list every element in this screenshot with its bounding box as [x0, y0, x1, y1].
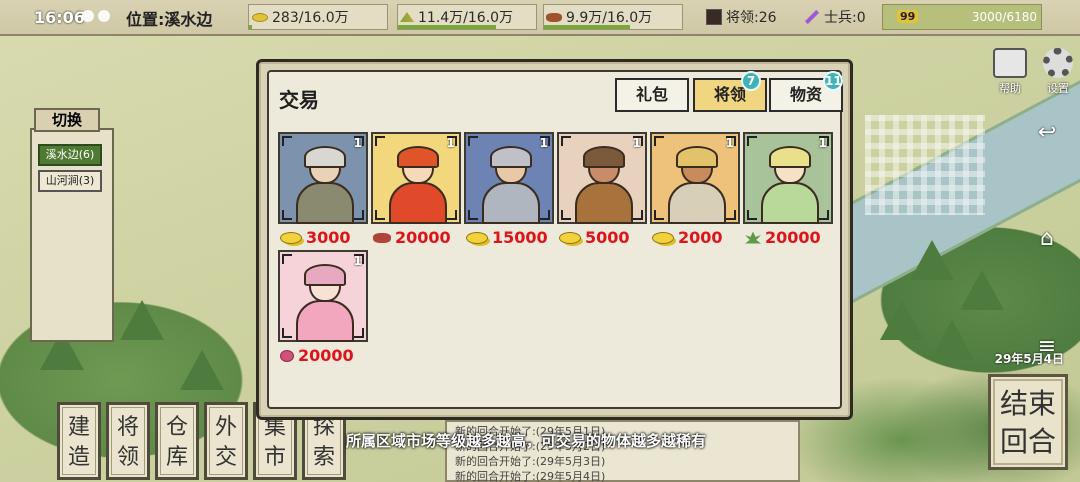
mountain — [180, 350, 224, 390]
settings-button[interactable]: 设置 — [1038, 48, 1078, 96]
switch-item-xishuibian[interactable]: 溪水边(6) — [38, 144, 102, 166]
general-avatar-icon — [706, 9, 722, 25]
mountain — [880, 300, 924, 340]
tab-gift-pack[interactable]: 礼包 — [615, 78, 689, 112]
card-count: 1 — [632, 136, 641, 150]
general-card-forest-elf[interactable]: 1 — [743, 132, 833, 224]
end-turn-label-line2: 回合 — [999, 425, 1056, 458]
experience-text: 3000/6180 — [971, 10, 1037, 24]
grain-icon — [400, 12, 414, 22]
switch-item-shanhejian[interactable]: 山河涧(3) — [38, 170, 102, 192]
switch-panel: 溪水边(6) 山河涧(3) — [30, 128, 114, 342]
diplomacy-button[interactable]: 外交 — [204, 402, 248, 480]
card-count: 1 — [353, 254, 362, 268]
mountain — [930, 320, 974, 360]
farm-fields — [865, 115, 985, 215]
card-count: 1 — [446, 136, 455, 150]
meat-icon — [373, 232, 391, 243]
mountain — [910, 240, 954, 280]
level-badge: 99 — [897, 10, 919, 23]
mountain — [960, 270, 1004, 310]
tip-text: 所属区域市场等级越多越高，可交易的物体越多越稀有 — [346, 432, 707, 450]
gold-icon — [280, 231, 302, 244]
tab-badge: 11 — [823, 71, 843, 91]
general-portrait — [573, 146, 635, 224]
card-price: 15000 — [466, 228, 548, 247]
help-button[interactable]: 帮助 — [990, 48, 1030, 96]
general-portrait — [387, 146, 449, 224]
card-price: 20000 — [373, 228, 451, 247]
help-label: 帮助 — [999, 82, 1021, 95]
soldiers-count[interactable]: 士兵:0 — [804, 7, 866, 27]
tab-badge: 7 — [741, 71, 761, 91]
herb-icon — [745, 231, 761, 244]
experience-bar[interactable]: 99 3000/6180 — [882, 4, 1042, 30]
card-price: 2000 — [652, 228, 723, 247]
card-count: 1 — [725, 136, 734, 150]
meat-resource-text: 9.9万/16.0万 — [546, 7, 652, 27]
general-portrait — [759, 146, 821, 224]
gold-icon — [652, 231, 674, 244]
general-card-fire-fairy[interactable]: 1 — [371, 132, 461, 224]
general-card-knight[interactable]: 1 — [464, 132, 554, 224]
build-button[interactable]: 建造 — [57, 402, 101, 480]
status-bar: 16:06 位置:溪水边 283/16.0万 11.4万/16.0万 9.9万/… — [0, 0, 1080, 36]
general-portrait — [294, 264, 356, 342]
settings-label: 设置 — [1047, 82, 1069, 95]
message-icon — [98, 10, 110, 22]
switch-title: 切换 — [34, 108, 100, 132]
dialog-title: 交易 — [279, 88, 319, 112]
generals-count[interactable]: 将领:26 — [706, 7, 777, 27]
card-price: 5000 — [559, 228, 630, 247]
meat-icon — [546, 12, 562, 22]
gold-icon — [252, 12, 268, 22]
tab-generals[interactable]: 将领 7 — [693, 71, 767, 112]
trade-dialog-body: 交易 礼包 将领 7 物资 11 1 3000 1 20000 1 15000 1 5000 1… — [267, 70, 843, 409]
general-portrait — [666, 146, 728, 224]
sword-icon — [804, 9, 820, 25]
location-label: 位置:溪水边 — [126, 10, 213, 29]
mountain — [120, 300, 164, 340]
card-count: 1 — [539, 136, 548, 150]
system-icons — [82, 10, 110, 22]
gear-icon — [1043, 48, 1073, 78]
tab-supplies[interactable]: 物资 11 — [769, 71, 843, 112]
card-price: 3000 — [280, 228, 351, 247]
notification-icon — [82, 10, 94, 22]
book-icon — [993, 48, 1027, 78]
card-count: 1 — [353, 136, 362, 150]
gold-icon — [466, 231, 488, 244]
general-card-farmer[interactable]: 1 — [650, 132, 740, 224]
gold-resource-text: 283/16.0万 — [252, 7, 349, 27]
grain-resource-text: 11.4万/16.0万 — [400, 7, 513, 27]
general-portrait — [480, 146, 542, 224]
generals-button[interactable]: 将领 — [106, 402, 150, 480]
end-turn-label-line1: 结束 — [999, 387, 1056, 420]
trade-dialog: 交易 礼包 将领 7 物资 11 1 3000 1 20000 1 15000 1 5000 1… — [256, 59, 853, 420]
gold-icon — [559, 231, 581, 244]
warehouse-button[interactable]: 仓库 — [155, 402, 199, 480]
general-portrait — [294, 146, 356, 224]
general-card-warrior[interactable]: 1 — [557, 132, 647, 224]
rose-icon — [280, 349, 294, 362]
card-price: 20000 — [745, 228, 821, 247]
general-card-elder-sage[interactable]: 1 — [278, 132, 368, 224]
back-icon[interactable]: ↩ — [1034, 122, 1060, 144]
log-line: 新的回合开始了:(29年5月4日) — [455, 470, 606, 482]
end-turn-button[interactable]: 结束 回合 — [988, 374, 1068, 470]
log-line: 新的回合开始了:(29年5月3日) — [455, 455, 606, 468]
card-price: 20000 — [280, 346, 354, 365]
home-icon[interactable]: ⌂ — [1034, 228, 1060, 250]
clock: 16:06 — [34, 8, 85, 27]
general-card-flower-fairy[interactable]: 1 — [278, 250, 368, 342]
map-date: 29年5月4日 — [994, 352, 1064, 366]
card-count: 1 — [818, 136, 827, 150]
